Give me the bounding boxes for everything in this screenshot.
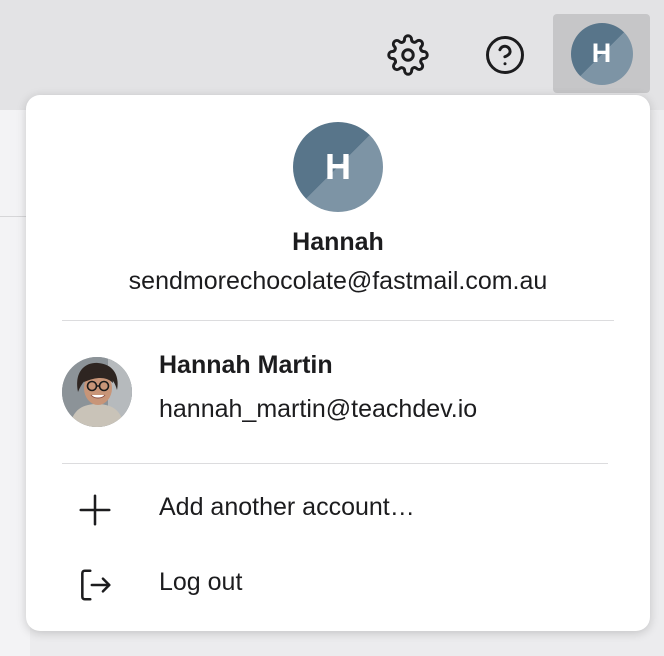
log-out-label: Log out (159, 568, 243, 596)
divider (62, 320, 614, 321)
plus-icon (79, 494, 111, 526)
add-account-label: Add another account… (159, 493, 415, 521)
account-photo (62, 357, 132, 427)
account-email: hannah_martin@teachdev.io (159, 395, 478, 423)
current-account-name: Hannah (292, 228, 384, 256)
help-icon (486, 36, 524, 74)
help-button[interactable] (481, 31, 529, 79)
switch-account-item[interactable]: Hannah Martin hannah_martin@teachdev.io (26, 323, 650, 459)
current-account-avatar: H (293, 122, 383, 212)
logout-icon (81, 569, 111, 601)
current-account-email: sendmorechocolate@fastmail.com.au (128, 267, 548, 295)
log-out-button[interactable]: Log out (26, 552, 650, 618)
avatar: H (570, 22, 633, 85)
account-menu: H Hannah sendmorechocolate@fastmail.com.… (26, 95, 650, 631)
profile-photo-icon (62, 357, 132, 427)
add-account-button[interactable]: Add another account… (26, 477, 650, 543)
current-account: H Hannah sendmorechocolate@fastmail.com.… (26, 95, 650, 320)
gear-icon (387, 34, 429, 76)
settings-button[interactable] (384, 31, 432, 79)
account-menu-button[interactable]: H (553, 14, 650, 93)
divider (62, 463, 608, 464)
account-name: Hannah Martin (159, 351, 333, 379)
